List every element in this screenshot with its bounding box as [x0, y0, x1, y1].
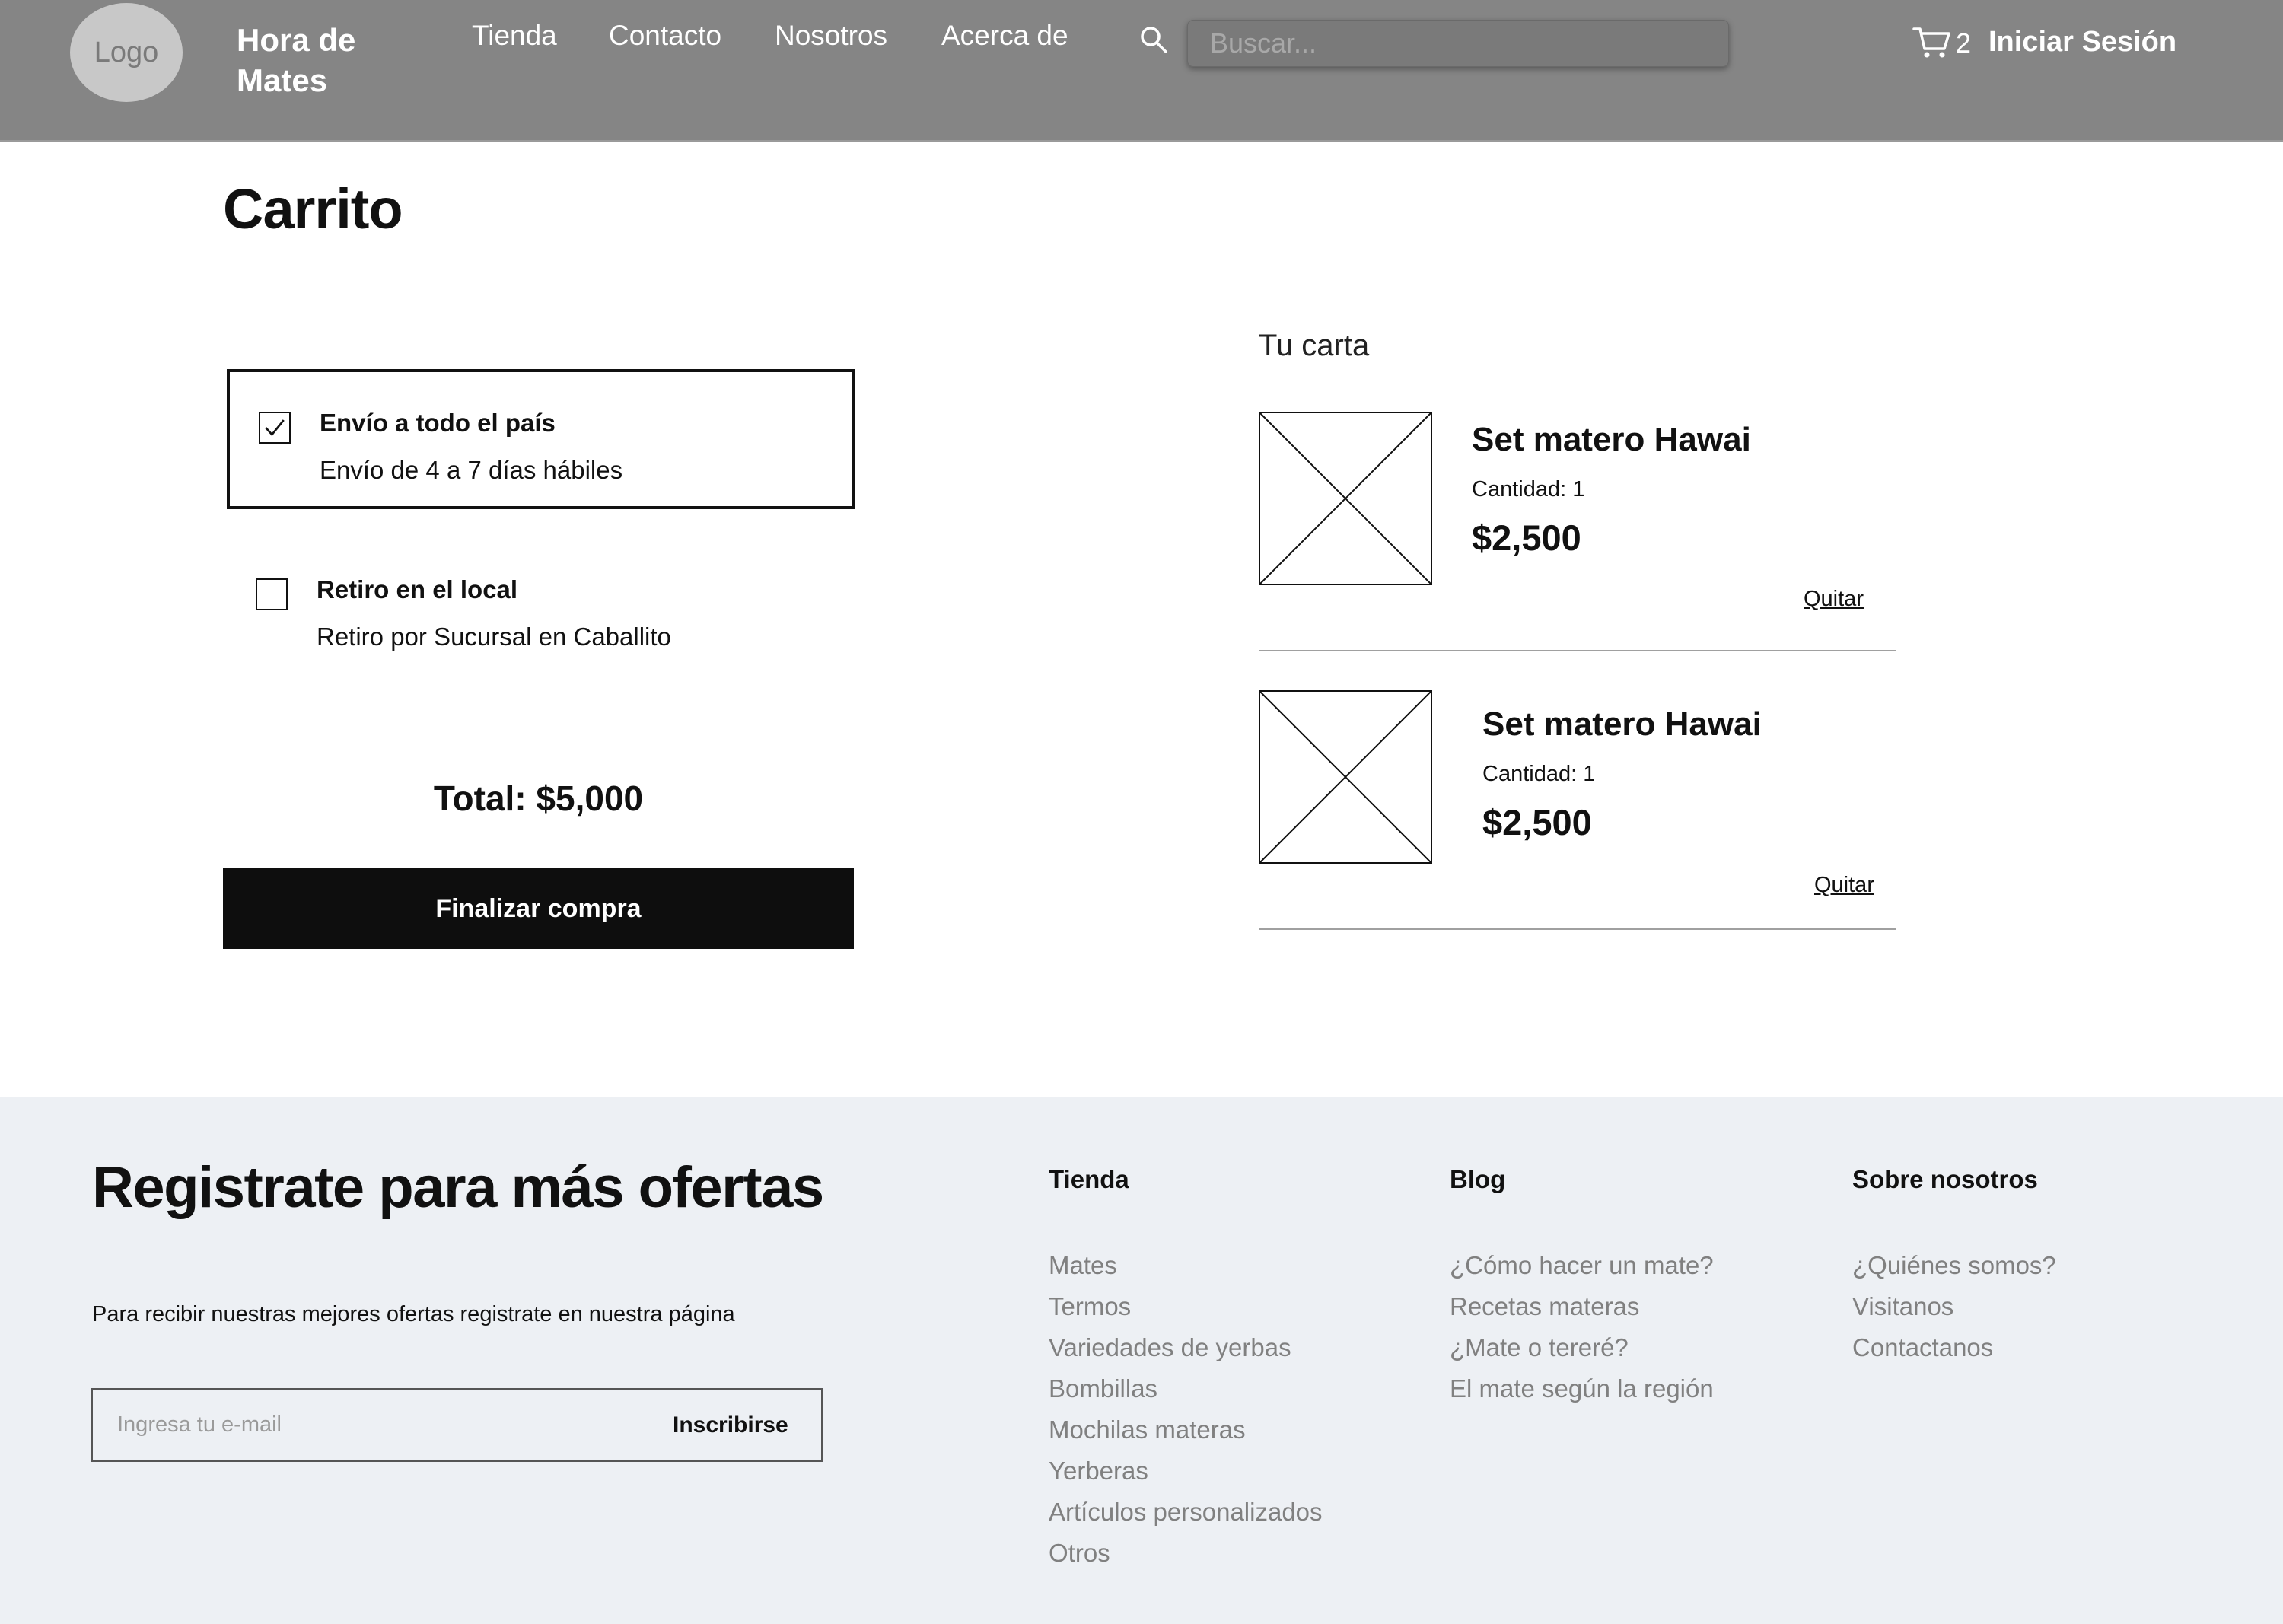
footer-link[interactable]: El mate según la región [1450, 1368, 1714, 1409]
footer-column-title: Blog [1450, 1165, 1506, 1193]
shipping-option-retiro[interactable]: Retiro en el local Retiro por Sucursal e… [227, 539, 855, 679]
footer-link[interactable]: ¿Quiénes somos? [1852, 1245, 2056, 1286]
search-icon[interactable] [1139, 25, 1168, 54]
checkout-button[interactable]: Finalizar compra [223, 868, 854, 949]
shipping-checkbox-unchecked[interactable] [256, 578, 288, 610]
footer-links-tienda: Mates Termos Variedades de yerbas Bombil… [1049, 1245, 1323, 1574]
product-price: $2,500 [1472, 517, 1581, 558]
shipping-option-title: Envío a todo el país [320, 409, 556, 437]
cart-icon[interactable] [1912, 26, 1952, 59]
cart-item: Set matero Hawai Cantidad: 1 $2,500 Quit… [1259, 690, 1896, 930]
product-image-placeholder [1259, 690, 1432, 864]
remove-item-link[interactable]: Quitar [1804, 587, 1864, 612]
footer-link[interactable]: Contactanos [1852, 1327, 2056, 1368]
remove-item-link[interactable]: Quitar [1814, 873, 1874, 898]
cart-item: Set matero Hawai Cantidad: 1 $2,500 Quit… [1259, 412, 1896, 651]
newsletter-text: Para recibir nuestras mejores ofertas re… [92, 1302, 735, 1326]
newsletter-form: Inscribirse [91, 1388, 823, 1462]
footer-links-blog: ¿Cómo hacer un mate? Recetas materas ¿Ma… [1450, 1245, 1714, 1409]
footer-link[interactable]: Otros [1049, 1533, 1323, 1574]
shipping-option-subtitle: Retiro por Sucursal en Caballito [317, 623, 671, 651]
footer-link[interactable]: ¿Mate o tereré? [1450, 1327, 1714, 1368]
search-input[interactable] [1187, 20, 1729, 67]
footer-link[interactable]: Variedades de yerbas [1049, 1327, 1323, 1368]
top-navbar: Logo Hora de Mates Tienda Contacto Nosot… [0, 0, 2283, 142]
product-quantity: Cantidad: 1 [1482, 762, 1596, 786]
nav-contacto[interactable]: Contacto [609, 20, 721, 52]
brand-name[interactable]: Hora de Mates [237, 20, 404, 100]
email-field[interactable] [93, 1390, 626, 1460]
footer-link[interactable]: Artículos personalizados [1049, 1492, 1323, 1533]
footer-link[interactable]: ¿Cómo hacer un mate? [1450, 1245, 1714, 1286]
page-title: Carrito [223, 177, 403, 240]
product-quantity: Cantidad: 1 [1472, 477, 1585, 502]
cart-count[interactable]: 2 [1956, 27, 1971, 59]
product-image-placeholder [1259, 412, 1432, 585]
product-name[interactable]: Set matero Hawai [1472, 421, 1751, 459]
nav-tienda[interactable]: Tienda [472, 20, 557, 52]
footer-link[interactable]: Termos [1049, 1286, 1323, 1327]
footer-link[interactable]: Mochilas materas [1049, 1409, 1323, 1450]
footer-link[interactable]: Mates [1049, 1245, 1323, 1286]
newsletter-title: Registrate para más ofertas [92, 1155, 824, 1220]
footer-column-title: Sobre nosotros [1852, 1165, 2038, 1193]
product-price: $2,500 [1482, 802, 1592, 842]
subscribe-button[interactable]: Inscribirse [603, 1390, 823, 1460]
shipping-checkbox-checked[interactable] [259, 412, 291, 444]
footer-link[interactable]: Visitanos [1852, 1286, 2056, 1327]
cart-heading: Tu carta [1259, 329, 1370, 362]
shipping-option-title: Retiro en el local [317, 575, 518, 603]
product-name[interactable]: Set matero Hawai [1482, 705, 1762, 744]
nav-acerca-de[interactable]: Acerca de [941, 20, 1068, 52]
footer-column-title: Tienda [1049, 1165, 1129, 1193]
shipping-option-nacional[interactable]: Envío a todo el país Envío de 4 a 7 días… [227, 369, 855, 509]
footer-links-sobre-nosotros: ¿Quiénes somos? Visitanos Contactanos [1852, 1245, 2056, 1368]
footer-link[interactable]: Recetas materas [1450, 1286, 1714, 1327]
nav-nosotros[interactable]: Nosotros [775, 20, 887, 52]
footer-link[interactable]: Bombillas [1049, 1368, 1323, 1409]
footer: Registrate para más ofertas Para recibir… [0, 1097, 2283, 1624]
cart-total: Total: $5,000 [433, 779, 644, 818]
footer-link[interactable]: Yerberas [1049, 1450, 1323, 1492]
shipping-option-subtitle: Envío de 4 a 7 días hábiles [320, 456, 623, 484]
login-link[interactable]: Iniciar Sesión [1988, 26, 2176, 59]
logo[interactable]: Logo [70, 3, 183, 102]
